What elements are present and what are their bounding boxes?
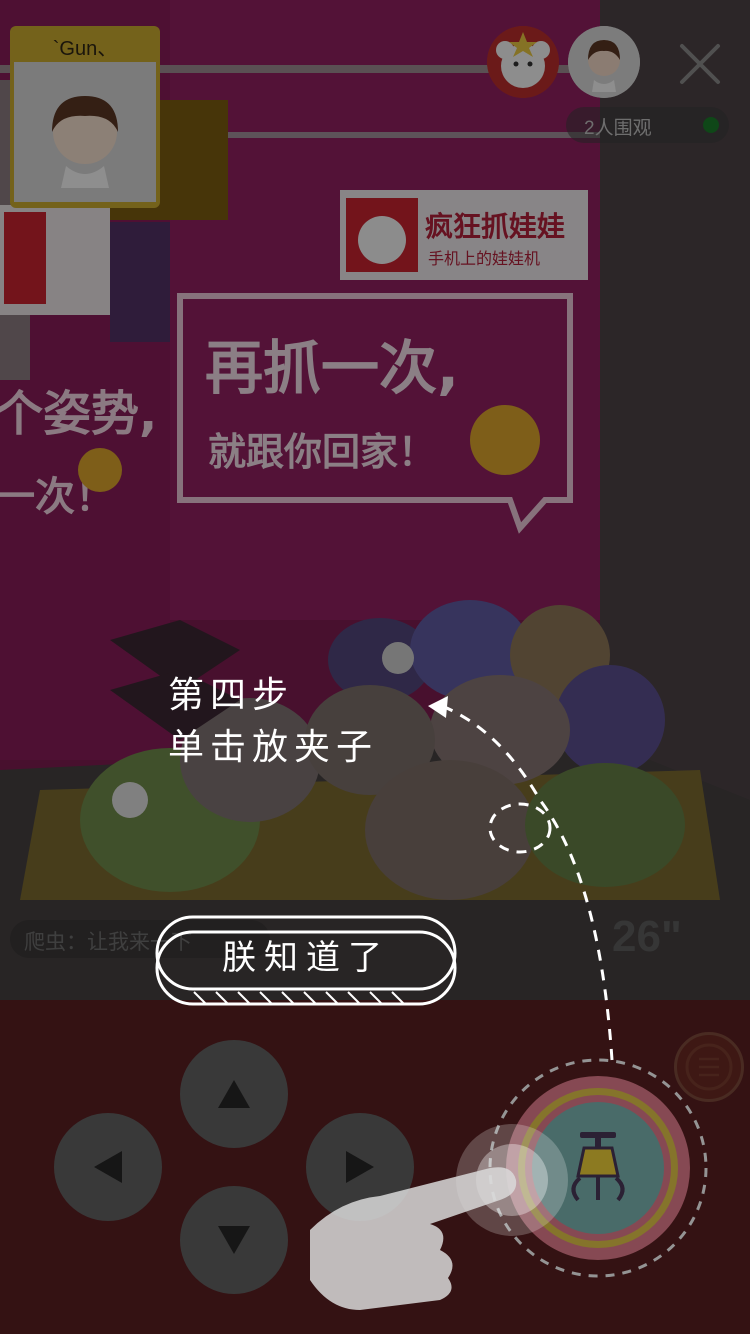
pointing-hand [300, 1120, 530, 1324]
confirm-button-label: 朕知道了 [222, 938, 390, 978]
arrow-up-icon [218, 1080, 250, 1108]
countdown-timer: 26" [612, 912, 682, 961]
pointing-hand-icon [310, 1167, 517, 1310]
tutorial-step-description: 单击放夹子 [168, 727, 379, 768]
tutorial-step-title: 第四步 [168, 675, 295, 716]
player-name: `Gun、 [52, 38, 118, 60]
move-up-button[interactable] [180, 1040, 288, 1148]
player-card[interactable]: `Gun、 [10, 26, 160, 208]
move-down-button[interactable] [180, 1186, 288, 1294]
tutorial-confirm-button[interactable]: 朕知道了 [154, 914, 458, 1008]
close-icon [680, 44, 720, 84]
live-status-dot [703, 117, 719, 133]
move-left-button[interactable] [54, 1113, 162, 1221]
arrow-down-icon [218, 1226, 250, 1254]
close-button[interactable] [676, 40, 724, 88]
viewer-count-text: 2人围观 [584, 118, 652, 139]
viewer-avatar[interactable] [487, 26, 559, 98]
viewer-avatar[interactable] [568, 26, 640, 98]
arrow-left-icon [94, 1151, 122, 1183]
player-avatar [14, 62, 156, 202]
viewer-count-pill: 2人围观 [566, 107, 729, 143]
